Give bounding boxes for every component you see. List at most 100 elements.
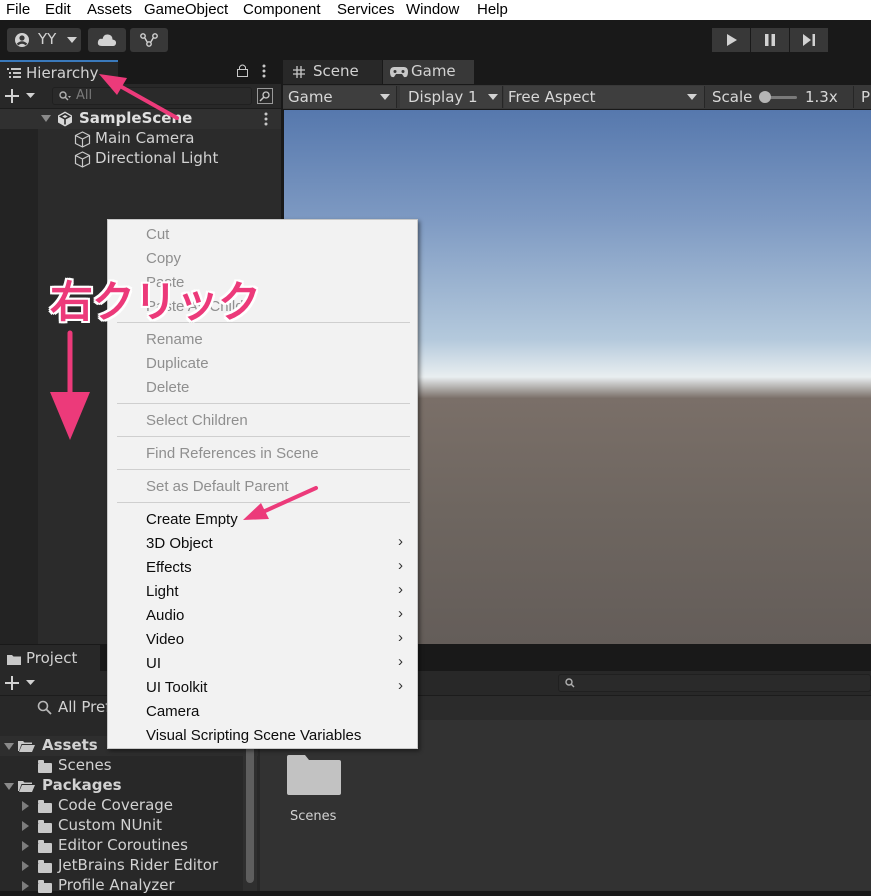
folder-icon <box>287 755 341 795</box>
hierarchy-item-directional-light[interactable]: Directional Light <box>0 149 281 169</box>
expand-arrow-icon[interactable] <box>41 115 51 122</box>
folder-icon <box>38 860 52 873</box>
play-button[interactable] <box>712 28 750 52</box>
tree-item-scenes[interactable]: Scenes <box>0 756 258 776</box>
menu-item-light[interactable]: Light <box>146 580 179 604</box>
menu-item-camera[interactable]: Camera <box>146 700 199 724</box>
divider <box>853 86 854 108</box>
asset-label: Scenes <box>290 809 337 824</box>
hierarchy-item-main-camera[interactable]: Main Camera <box>0 129 281 149</box>
kebab-menu-icon[interactable] <box>262 64 266 78</box>
menu-separator <box>117 469 410 470</box>
scene-visibility-icon[interactable] <box>257 88 273 104</box>
tree-label: Packages <box>42 776 122 794</box>
submenu-arrow-icon: › <box>398 653 403 670</box>
aspect-select[interactable]: Free Aspect <box>504 86 705 108</box>
hierarchy-gutter <box>0 109 38 644</box>
submenu-arrow-icon: › <box>398 581 403 598</box>
cloud-button[interactable] <box>88 28 126 52</box>
menu-item-ui[interactable]: UI <box>146 652 161 676</box>
tab-project[interactable]: Project <box>0 645 100 671</box>
expand-arrow-icon[interactable] <box>4 743 14 750</box>
collab-button[interactable] <box>130 28 168 52</box>
tree-item-package[interactable]: Profile Analyzer <box>0 876 258 896</box>
display-select[interactable]: Display 1 <box>400 86 503 108</box>
kebab-menu-icon[interactable] <box>264 112 268 126</box>
collapsed-arrow-icon[interactable] <box>22 821 29 831</box>
hierarchy-search-input[interactable]: All <box>52 87 252 105</box>
tree-item-package[interactable]: Custom NUnit <box>0 816 258 836</box>
asset-folder-scenes[interactable]: Scenes <box>284 755 344 830</box>
folder-icon <box>38 840 52 853</box>
hierarchy-item-label: Main Camera <box>95 129 195 147</box>
menu-help[interactable]: Help <box>477 1 508 18</box>
chevron-down-icon <box>26 93 35 98</box>
collapsed-arrow-icon[interactable] <box>22 881 29 891</box>
scene-name: SampleScene <box>79 109 193 127</box>
scene-row[interactable]: SampleScene <box>0 109 281 129</box>
tree-item-package[interactable]: Code Coverage <box>0 796 258 816</box>
menu-item-delete: Delete <box>146 379 190 396</box>
menu-edit[interactable]: Edit <box>45 1 71 18</box>
tab-hierarchy[interactable]: Hierarchy <box>0 60 118 84</box>
pause-button[interactable] <box>751 28 789 52</box>
tree-item-package[interactable]: Editor Coroutines <box>0 836 258 856</box>
menu-services[interactable]: Services <box>337 1 395 18</box>
menu-separator <box>117 436 410 437</box>
tree-item-package[interactable]: JetBrains Rider Editor <box>0 856 258 876</box>
menu-gameobject[interactable]: GameObject <box>144 1 228 18</box>
tree-item-packages[interactable]: Packages <box>0 776 258 796</box>
menu-file[interactable]: File <box>6 1 30 18</box>
tree-label: Scenes <box>58 756 112 774</box>
menu-item-3d-object[interactable]: 3D Object <box>146 532 213 556</box>
menu-item-visual-scripting-variables[interactable]: Visual Scripting Scene Variables <box>146 724 361 748</box>
tab-game[interactable]: Game <box>383 60 474 84</box>
search-icon <box>565 678 575 688</box>
search-icon <box>37 700 52 715</box>
hierarchy-item-label: Directional Light <box>95 149 219 167</box>
game-mode-select[interactable]: Game <box>283 86 397 108</box>
menu-item-audio[interactable]: Audio <box>146 604 184 628</box>
create-dropdown[interactable] <box>5 88 39 104</box>
account-icon <box>15 33 29 47</box>
menu-component[interactable]: Component <box>243 1 321 18</box>
hierarchy-list-icon <box>7 68 21 78</box>
display-label: Display 1 <box>408 88 478 106</box>
menu-item-ui-toolkit[interactable]: UI Toolkit <box>146 676 207 700</box>
collapsed-arrow-icon[interactable] <box>22 801 29 811</box>
tab-scene-label: Scene <box>313 62 359 80</box>
menu-item-rename: Rename <box>146 331 203 348</box>
scale-slider-thumb[interactable] <box>759 91 771 103</box>
menu-item-create-empty[interactable]: Create Empty <box>146 508 238 532</box>
project-search-input[interactable] <box>558 674 871 692</box>
tree-label: Code Coverage <box>58 796 174 814</box>
expand-arrow-icon[interactable] <box>4 783 14 790</box>
lock-icon[interactable] <box>237 64 248 77</box>
pause-icon <box>765 34 775 46</box>
cloud-icon <box>97 34 117 46</box>
hierarchy-tab-label: Hierarchy <box>26 64 99 82</box>
chevron-down-icon <box>26 680 35 685</box>
folder-icon <box>38 820 52 833</box>
folder-open-icon <box>18 741 35 752</box>
step-button[interactable] <box>790 28 828 52</box>
create-dropdown[interactable] <box>5 675 39 691</box>
chevron-down-icon <box>380 94 390 100</box>
plus-icon <box>5 89 19 103</box>
plus-icon <box>5 676 19 690</box>
account-dropdown[interactable]: YY <box>7 28 81 52</box>
menu-item-cut: Cut <box>146 226 170 243</box>
annotation-right-click-text: 右クリック <box>50 278 261 328</box>
gameobject-cube-icon <box>74 151 91 168</box>
menu-item-set-default-parent: Set as Default Parent <box>146 478 289 495</box>
menu-item-effects[interactable]: Effects <box>146 556 192 580</box>
menu-window[interactable]: Window <box>406 1 459 18</box>
menu-assets[interactable]: Assets <box>87 1 132 18</box>
game-mode-label: Game <box>288 88 333 106</box>
tab-scene[interactable]: Scene <box>283 60 382 84</box>
collapsed-arrow-icon[interactable] <box>22 861 29 871</box>
collapsed-arrow-icon[interactable] <box>22 841 29 851</box>
submenu-arrow-icon: › <box>398 605 403 622</box>
cut-off-label: P <box>861 88 871 106</box>
menu-item-video[interactable]: Video <box>146 628 184 652</box>
